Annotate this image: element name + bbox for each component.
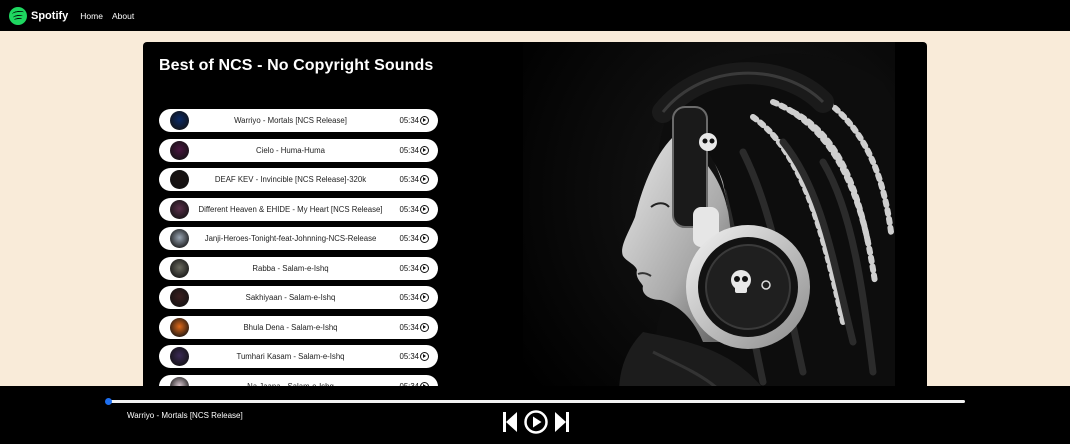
song-name: Warriyo - Mortals [NCS Release] [234, 116, 347, 125]
song-cover [170, 140, 189, 160]
player-bar: Warriyo - Mortals [NCS Release] [0, 386, 1070, 444]
nav-link-about[interactable]: About [112, 11, 134, 21]
song-cover [170, 111, 189, 130]
song-name: DEAF KEV - Invincible [NCS Release]-320k [214, 175, 367, 184]
play-icon[interactable] [420, 293, 429, 302]
next-icon[interactable] [555, 412, 569, 432]
song-name: Cielo - Huma-Huma [256, 145, 325, 155]
song-cover [170, 258, 189, 278]
song-duration: 05:34 [399, 116, 419, 125]
song-name: Janji-Heroes-Tonight-feat-Johnning-NCS-R… [204, 234, 377, 243]
song-item[interactable]: Different Heaven & EHIDE - My Heart [NCS… [159, 197, 438, 221]
song-name: Rabba - Salam-e-Ishq [252, 263, 329, 273]
song-cover [170, 170, 189, 189]
song-duration: 05:34 [399, 175, 419, 184]
song-cover [170, 229, 189, 248]
navbar: Spotify Home About [0, 0, 1070, 31]
progress-bar[interactable] [108, 400, 965, 403]
song-duration: 05:34 [399, 293, 419, 302]
play-icon[interactable] [420, 234, 429, 243]
song-item[interactable]: Rabba - Salam-e-Ishq 05:34 [159, 256, 438, 280]
song-item[interactable]: DEAF KEV - Invincible [NCS Release]-320k… [159, 168, 438, 191]
song-duration: 05:34 [399, 234, 419, 243]
player-controls [503, 410, 569, 434]
spotify-logo-icon [9, 6, 27, 25]
song-cover [170, 288, 189, 307]
song-duration: 05:34 [399, 263, 419, 273]
song-item[interactable]: Warriyo - Mortals [NCS Release] 05:34 [159, 109, 438, 132]
brand-name: Spotify [31, 9, 69, 22]
song-duration: 05:34 [399, 352, 419, 361]
song-item[interactable]: Bhula Dena - Salam-e-Ishq 05:34 [159, 315, 438, 339]
play-icon[interactable] [420, 116, 429, 125]
song-cover [170, 317, 189, 337]
previous-icon[interactable] [503, 412, 517, 432]
song-name: Different Heaven & EHIDE - My Heart [NCS… [198, 204, 383, 214]
song-name: Tumhari Kasam - Salam-e-Ishq [236, 352, 345, 361]
play-icon[interactable] [420, 145, 429, 155]
song-cover [170, 347, 189, 366]
nav-link-home[interactable]: Home [80, 11, 103, 21]
hero-image [523, 42, 895, 422]
song-duration: 05:34 [399, 204, 419, 214]
song-item[interactable]: Cielo - Huma-Huma 05:34 [159, 138, 438, 162]
song-item[interactable]: Janji-Heroes-Tonight-feat-Johnning-NCS-R… [159, 227, 438, 250]
song-list: Warriyo - Mortals [NCS Release] 05:34 Ciel… [159, 109, 438, 404]
song-name: Bhula Dena - Salam-e-Ishq [243, 322, 338, 332]
song-duration: 05:34 [399, 322, 419, 332]
play-icon[interactable] [420, 263, 429, 273]
brand[interactable]: Spotify [9, 6, 80, 25]
song-item[interactable]: Sakhiyaan - Salam-e-Ishq 05:34 [159, 286, 438, 309]
play-icon[interactable] [420, 204, 429, 214]
playlist-card: Best of NCS - No Copyright Sounds Warriy… [143, 42, 927, 422]
play-circle-icon[interactable] [524, 410, 548, 434]
song-item[interactable]: Tumhari Kasam - Salam-e-Ishq 05:34 [159, 345, 438, 368]
song-duration: 05:34 [399, 145, 419, 155]
song-cover [170, 199, 189, 219]
play-icon[interactable] [420, 352, 429, 361]
progress-thumb[interactable] [105, 398, 112, 405]
play-icon[interactable] [420, 322, 429, 332]
playlist-title: Best of NCS - No Copyright Sounds [159, 57, 434, 74]
play-icon[interactable] [420, 175, 429, 184]
now-playing-title: Warriyo - Mortals [NCS Release] [127, 411, 243, 420]
song-name: Sakhiyaan - Salam-e-Ishq [245, 293, 336, 302]
